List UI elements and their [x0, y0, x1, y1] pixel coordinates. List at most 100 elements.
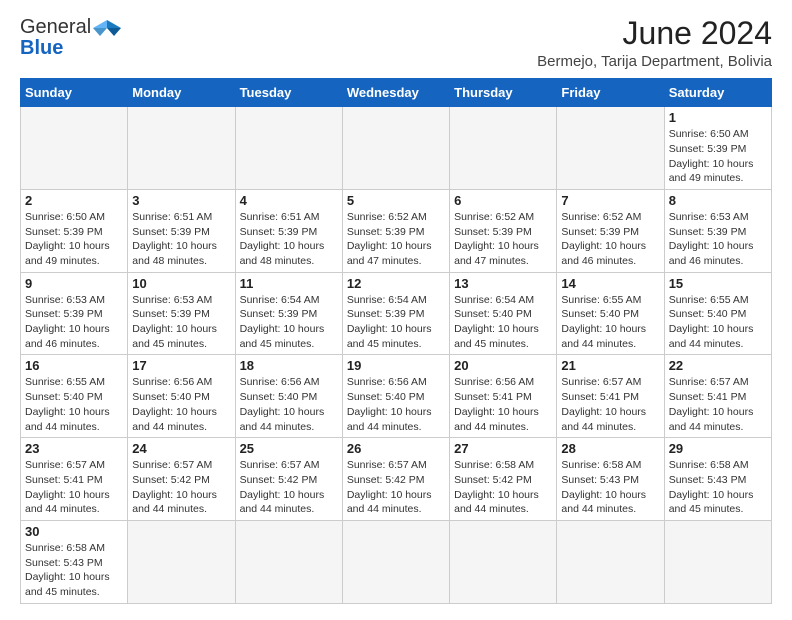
day-info: Sunrise: 6:58 AM Sunset: 5:43 PM Dayligh…: [669, 458, 767, 517]
day-cell: 1 Sunrise: 6:50 AM Sunset: 5:39 PM Daylig…: [664, 107, 771, 190]
calendar-week-row: 16 Sunrise: 6:55 AM Sunset: 5:40 PM Dayli…: [21, 355, 772, 438]
header: General Blue June 2024 Bermejo, Tarija D…: [20, 16, 772, 70]
day-number: 24: [132, 441, 230, 456]
day-info: Sunrise: 6:55 AM Sunset: 5:40 PM Dayligh…: [669, 293, 767, 352]
day-info: Sunrise: 6:54 AM Sunset: 5:40 PM Dayligh…: [454, 293, 552, 352]
weekday-header-row: SundayMondayTuesdayWednesdayThursdayFrid…: [21, 79, 772, 107]
day-info: Sunrise: 6:57 AM Sunset: 5:41 PM Dayligh…: [25, 458, 123, 517]
weekday-header-monday: Monday: [128, 79, 235, 107]
weekday-header-tuesday: Tuesday: [235, 79, 342, 107]
day-info: Sunrise: 6:57 AM Sunset: 5:41 PM Dayligh…: [669, 375, 767, 434]
day-number: 11: [240, 276, 338, 291]
day-number: 17: [132, 358, 230, 373]
day-number: 7: [561, 193, 659, 208]
weekday-header-wednesday: Wednesday: [342, 79, 449, 107]
day-number: 23: [25, 441, 123, 456]
day-number: 9: [25, 276, 123, 291]
day-cell: 20 Sunrise: 6:56 AM Sunset: 5:41 PM Dayli…: [450, 355, 557, 438]
day-info: Sunrise: 6:52 AM Sunset: 5:39 PM Dayligh…: [347, 210, 445, 269]
day-info: Sunrise: 6:56 AM Sunset: 5:41 PM Dayligh…: [454, 375, 552, 434]
day-number: 10: [132, 276, 230, 291]
logo-text-general: General: [20, 16, 91, 39]
empty-day-cell: [342, 520, 449, 603]
calendar-week-row: 1 Sunrise: 6:50 AM Sunset: 5:39 PM Daylig…: [21, 107, 772, 190]
day-info: Sunrise: 6:57 AM Sunset: 5:42 PM Dayligh…: [132, 458, 230, 517]
day-cell: 4Sunrise: 6:51 AM Sunset: 5:39 PM Daylig…: [235, 189, 342, 272]
day-cell: 23 Sunrise: 6:57 AM Sunset: 5:41 PM Dayli…: [21, 438, 128, 521]
empty-day-cell: [128, 520, 235, 603]
day-cell: 21Sunrise: 6:57 AM Sunset: 5:41 PM Dayli…: [557, 355, 664, 438]
day-info: Sunrise: 6:50 AM Sunset: 5:39 PM Dayligh…: [25, 210, 123, 269]
day-cell: 13Sunrise: 6:54 AM Sunset: 5:40 PM Dayli…: [450, 272, 557, 355]
month-title: June 2024: [537, 16, 772, 51]
day-cell: 22 Sunrise: 6:57 AM Sunset: 5:41 PM Dayli…: [664, 355, 771, 438]
day-number: 8: [669, 193, 767, 208]
day-info: Sunrise: 6:50 AM Sunset: 5:39 PM Dayligh…: [669, 127, 767, 186]
day-number: 16: [25, 358, 123, 373]
day-cell: 18 Sunrise: 6:56 AM Sunset: 5:40 PM Dayli…: [235, 355, 342, 438]
day-cell: 15 Sunrise: 6:55 AM Sunset: 5:40 PM Dayli…: [664, 272, 771, 355]
day-cell: 7 Sunrise: 6:52 AM Sunset: 5:39 PM Daylig…: [557, 189, 664, 272]
logo: General Blue: [20, 16, 121, 60]
day-cell: 6 Sunrise: 6:52 AM Sunset: 5:39 PM Daylig…: [450, 189, 557, 272]
day-cell: 11 Sunrise: 6:54 AM Sunset: 5:39 PM Dayli…: [235, 272, 342, 355]
day-info: Sunrise: 6:53 AM Sunset: 5:39 PM Dayligh…: [132, 293, 230, 352]
day-number: 3: [132, 193, 230, 208]
day-info: Sunrise: 6:53 AM Sunset: 5:39 PM Dayligh…: [669, 210, 767, 269]
day-info: Sunrise: 6:54 AM Sunset: 5:39 PM Dayligh…: [240, 293, 338, 352]
day-number: 28: [561, 441, 659, 456]
day-cell: 3 Sunrise: 6:51 AM Sunset: 5:39 PM Daylig…: [128, 189, 235, 272]
day-number: 27: [454, 441, 552, 456]
day-info: Sunrise: 6:51 AM Sunset: 5:39 PM Dayligh…: [132, 210, 230, 269]
day-number: 21: [561, 358, 659, 373]
day-number: 29: [669, 441, 767, 456]
day-info: Sunrise: 6:58 AM Sunset: 5:43 PM Dayligh…: [561, 458, 659, 517]
day-info: Sunrise: 6:57 AM Sunset: 5:42 PM Dayligh…: [240, 458, 338, 517]
day-number: 14: [561, 276, 659, 291]
day-number: 12: [347, 276, 445, 291]
day-cell: 30Sunrise: 6:58 AM Sunset: 5:43 PM Dayli…: [21, 520, 128, 603]
day-info: Sunrise: 6:56 AM Sunset: 5:40 PM Dayligh…: [240, 375, 338, 434]
day-cell: 17 Sunrise: 6:56 AM Sunset: 5:40 PM Dayli…: [128, 355, 235, 438]
day-cell: 16 Sunrise: 6:55 AM Sunset: 5:40 PM Dayli…: [21, 355, 128, 438]
weekday-header-sunday: Sunday: [21, 79, 128, 107]
weekday-header-friday: Friday: [557, 79, 664, 107]
day-info: Sunrise: 6:55 AM Sunset: 5:40 PM Dayligh…: [561, 293, 659, 352]
empty-day-cell: [235, 520, 342, 603]
day-number: 20: [454, 358, 552, 373]
calendar-week-row: 2 Sunrise: 6:50 AM Sunset: 5:39 PM Daylig…: [21, 189, 772, 272]
day-number: 22: [669, 358, 767, 373]
day-number: 6: [454, 193, 552, 208]
day-info: Sunrise: 6:58 AM Sunset: 5:42 PM Dayligh…: [454, 458, 552, 517]
calendar-week-row: 23 Sunrise: 6:57 AM Sunset: 5:41 PM Dayli…: [21, 438, 772, 521]
logo-bird-icon: [93, 18, 121, 38]
empty-day-cell: [450, 107, 557, 190]
day-number: 18: [240, 358, 338, 373]
day-number: 5: [347, 193, 445, 208]
day-cell: 9 Sunrise: 6:53 AM Sunset: 5:39 PM Daylig…: [21, 272, 128, 355]
day-info: Sunrise: 6:55 AM Sunset: 5:40 PM Dayligh…: [25, 375, 123, 434]
day-cell: 25Sunrise: 6:57 AM Sunset: 5:42 PM Dayli…: [235, 438, 342, 521]
day-info: Sunrise: 6:56 AM Sunset: 5:40 PM Dayligh…: [347, 375, 445, 434]
location-title: Bermejo, Tarija Department, Bolivia: [537, 53, 772, 70]
day-info: Sunrise: 6:53 AM Sunset: 5:39 PM Dayligh…: [25, 293, 123, 352]
day-cell: 27 Sunrise: 6:58 AM Sunset: 5:42 PM Dayli…: [450, 438, 557, 521]
day-cell: 24 Sunrise: 6:57 AM Sunset: 5:42 PM Dayli…: [128, 438, 235, 521]
day-cell: 19Sunrise: 6:56 AM Sunset: 5:40 PM Dayli…: [342, 355, 449, 438]
day-cell: 26Sunrise: 6:57 AM Sunset: 5:42 PM Dayli…: [342, 438, 449, 521]
day-info: Sunrise: 6:56 AM Sunset: 5:40 PM Dayligh…: [132, 375, 230, 434]
day-info: Sunrise: 6:52 AM Sunset: 5:39 PM Dayligh…: [454, 210, 552, 269]
day-number: 15: [669, 276, 767, 291]
day-cell: 10 Sunrise: 6:53 AM Sunset: 5:39 PM Dayli…: [128, 272, 235, 355]
day-cell: 29 Sunrise: 6:58 AM Sunset: 5:43 PM Dayli…: [664, 438, 771, 521]
day-info: Sunrise: 6:52 AM Sunset: 5:39 PM Dayligh…: [561, 210, 659, 269]
weekday-header-thursday: Thursday: [450, 79, 557, 107]
day-info: Sunrise: 6:58 AM Sunset: 5:43 PM Dayligh…: [25, 541, 123, 600]
day-cell: 5 Sunrise: 6:52 AM Sunset: 5:39 PM Daylig…: [342, 189, 449, 272]
day-number: 1: [669, 110, 767, 125]
title-area: June 2024 Bermejo, Tarija Department, Bo…: [537, 16, 772, 70]
calendar-week-row: 30Sunrise: 6:58 AM Sunset: 5:43 PM Dayli…: [21, 520, 772, 603]
day-number: 2: [25, 193, 123, 208]
weekday-header-saturday: Saturday: [664, 79, 771, 107]
day-info: Sunrise: 6:51 AM Sunset: 5:39 PM Dayligh…: [240, 210, 338, 269]
